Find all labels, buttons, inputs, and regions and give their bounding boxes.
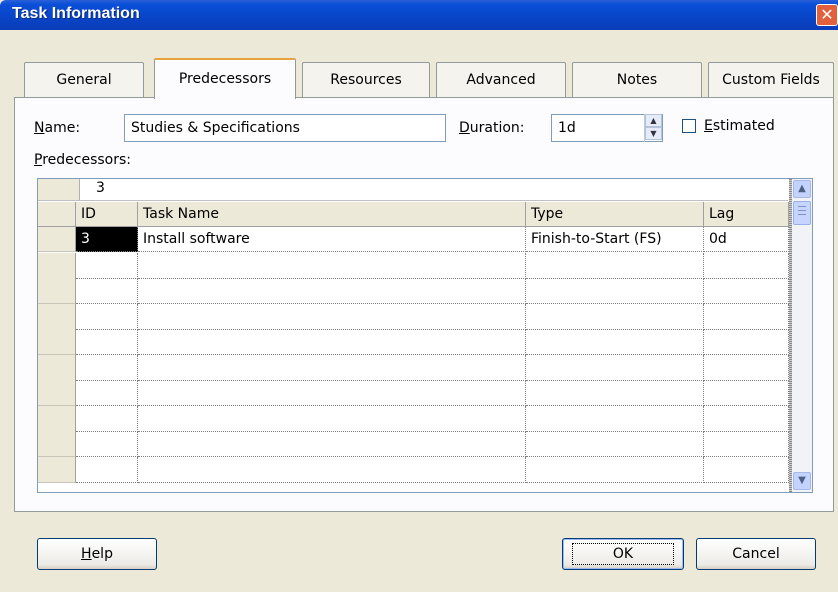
grid-cell[interactable] bbox=[704, 329, 789, 355]
tab-general[interactable]: General bbox=[24, 62, 144, 98]
spin-up-icon[interactable]: ▲ bbox=[645, 114, 662, 127]
row-header[interactable] bbox=[38, 304, 76, 330]
ok-button[interactable]: OK bbox=[562, 538, 684, 570]
grid-cell[interactable] bbox=[526, 457, 704, 483]
row-header[interactable] bbox=[38, 227, 76, 252]
column-header-type[interactable]: Type bbox=[526, 202, 704, 227]
grid-cell[interactable] bbox=[138, 278, 526, 304]
grid-cell[interactable] bbox=[76, 457, 138, 483]
grid-cell[interactable] bbox=[704, 457, 789, 483]
duration-label: Duration: bbox=[459, 120, 525, 136]
grid-cell[interactable] bbox=[526, 355, 704, 381]
column-header-lag[interactable]: Lag bbox=[704, 202, 789, 227]
row-header[interactable] bbox=[38, 329, 76, 355]
row-header[interactable] bbox=[38, 278, 76, 304]
tab-notes-label: Notes bbox=[616, 72, 658, 88]
column-header-id[interactable]: ID bbox=[76, 202, 138, 227]
grid-cell[interactable] bbox=[76, 355, 138, 381]
grid-cell[interactable] bbox=[704, 431, 789, 457]
grid-cell[interactable] bbox=[526, 278, 704, 304]
grid-cell[interactable] bbox=[138, 329, 526, 355]
scroll-down-icon[interactable]: ▼ bbox=[793, 472, 811, 490]
estimated-label: Estimated bbox=[704, 118, 775, 134]
grid-cell[interactable] bbox=[138, 406, 526, 432]
row-header[interactable] bbox=[38, 457, 76, 483]
tab-custom-fields-label: Custom Fields bbox=[722, 72, 820, 88]
tab-resources-label: Resources bbox=[330, 72, 402, 88]
grid-cell[interactable] bbox=[76, 278, 138, 304]
tab-general-label: General bbox=[56, 72, 112, 88]
grid-cell[interactable] bbox=[138, 355, 526, 381]
help-button[interactable]: Help bbox=[37, 538, 157, 570]
grid-cell[interactable] bbox=[138, 253, 526, 279]
duration-spinner[interactable]: ▲ ▼ bbox=[644, 114, 662, 142]
grid-cell[interactable] bbox=[76, 253, 138, 279]
grid-cell[interactable] bbox=[526, 406, 704, 432]
grid-cell[interactable] bbox=[138, 304, 526, 330]
tab-custom-fields[interactable]: Custom Fields bbox=[708, 62, 834, 98]
cancel-button[interactable]: Cancel bbox=[696, 538, 816, 570]
title-bar: Task Information ✕ bbox=[0, 0, 838, 30]
cell-lag[interactable]: 0d bbox=[704, 227, 789, 252]
grid-cell[interactable] bbox=[138, 431, 526, 457]
tab-strip: General Predecessors Resources Advanced … bbox=[14, 58, 834, 99]
grid-cell[interactable] bbox=[704, 380, 789, 406]
grid-cell[interactable] bbox=[704, 304, 789, 330]
grid-cell[interactable] bbox=[526, 253, 704, 279]
grid-cell[interactable] bbox=[76, 304, 138, 330]
cell-type[interactable]: Finish-to-Start (FS) bbox=[526, 227, 704, 252]
tab-predecessors-label: Predecessors bbox=[178, 71, 272, 87]
predecessors-grid[interactable]: 3 ID Task Name Type Lag 3 Install softwa… bbox=[37, 178, 813, 493]
cell-task-name[interactable]: Install software bbox=[138, 227, 526, 252]
tab-advanced-label: Advanced bbox=[466, 72, 536, 88]
tab-predecessors[interactable]: Predecessors bbox=[154, 58, 296, 99]
cell-id[interactable]: 3 bbox=[76, 227, 138, 252]
grid-cell[interactable] bbox=[526, 304, 704, 330]
grid-cell[interactable] bbox=[704, 278, 789, 304]
grid-cell[interactable] bbox=[704, 406, 789, 432]
estimated-checkbox[interactable] bbox=[682, 119, 696, 133]
grid-cell[interactable] bbox=[76, 431, 138, 457]
grid-cell[interactable] bbox=[526, 329, 704, 355]
grid-cell[interactable] bbox=[526, 431, 704, 457]
row-header[interactable] bbox=[38, 355, 76, 381]
grid-cell[interactable] bbox=[526, 380, 704, 406]
grid-cell[interactable] bbox=[138, 457, 526, 483]
grid-cell[interactable] bbox=[76, 406, 138, 432]
grid-cell[interactable] bbox=[76, 329, 138, 355]
name-field[interactable]: Studies & Specifications bbox=[124, 114, 446, 142]
row-header[interactable] bbox=[38, 406, 76, 432]
predecessors-label: Predecessors: bbox=[34, 152, 131, 168]
row-header[interactable] bbox=[38, 253, 76, 279]
grid-cell[interactable] bbox=[76, 380, 138, 406]
scroll-up-icon[interactable]: ▲ bbox=[793, 180, 811, 198]
name-label: Name: bbox=[34, 120, 81, 136]
tab-advanced[interactable]: Advanced bbox=[436, 62, 566, 98]
scroll-thumb[interactable] bbox=[793, 201, 811, 225]
column-header-task-name[interactable]: Task Name bbox=[138, 202, 526, 227]
grid-select-all[interactable] bbox=[38, 202, 76, 227]
grid-cell[interactable] bbox=[704, 355, 789, 381]
row-header[interactable] bbox=[38, 380, 76, 406]
grid-entry-bar[interactable]: 3 bbox=[38, 179, 788, 201]
grid-cell[interactable] bbox=[138, 380, 526, 406]
spin-down-icon[interactable]: ▼ bbox=[645, 127, 662, 140]
entry-bar-corner bbox=[38, 179, 80, 200]
grid-cell[interactable] bbox=[704, 253, 789, 279]
close-icon[interactable]: ✕ bbox=[816, 4, 838, 26]
grid-scrollbar[interactable]: ▲ ▼ bbox=[792, 179, 812, 492]
tab-resources[interactable]: Resources bbox=[302, 62, 430, 98]
entry-bar-value[interactable]: 3 bbox=[96, 180, 105, 196]
tab-notes[interactable]: Notes bbox=[572, 62, 702, 98]
window-title: Task Information bbox=[12, 5, 140, 22]
row-header[interactable] bbox=[38, 431, 76, 457]
